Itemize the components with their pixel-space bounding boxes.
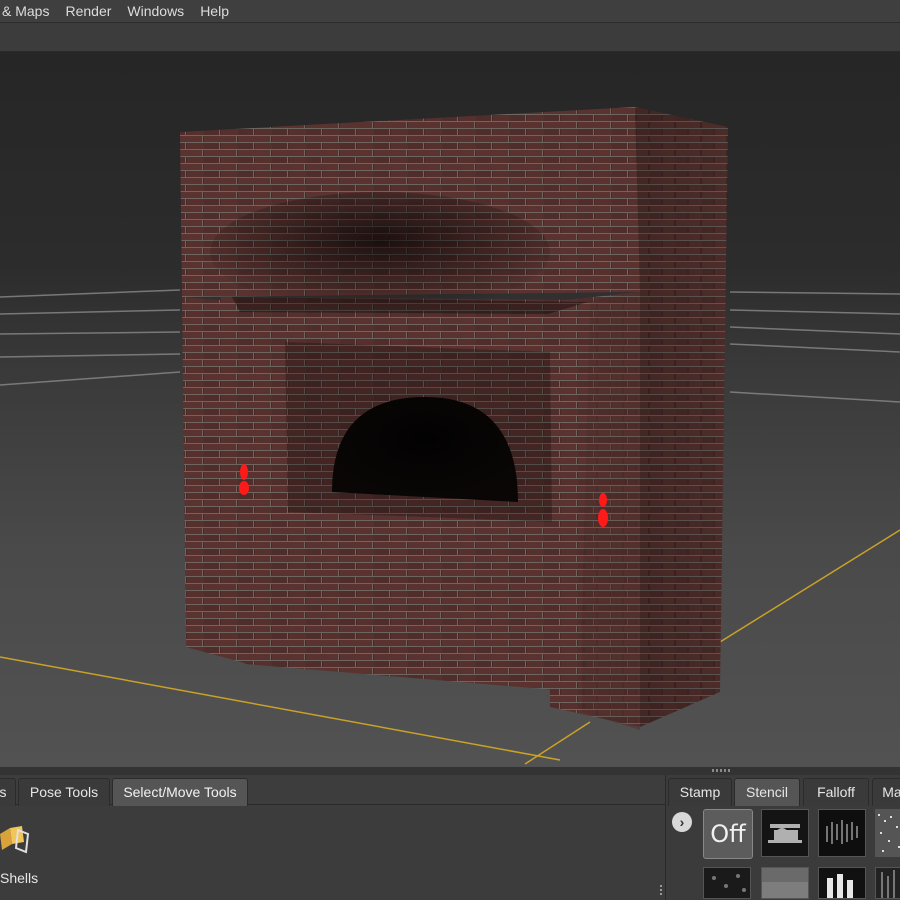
stencil-thumb-6[interactable] — [818, 867, 866, 899]
panel-resize-handle[interactable] — [660, 885, 662, 897]
tab-stencil[interactable]: Stencil — [734, 778, 800, 806]
tab-maps-partial[interactable]: Ma — [872, 778, 900, 806]
shells-label[interactable]: Shells — [0, 870, 38, 886]
3d-viewport[interactable] — [0, 52, 900, 767]
menu-item-help[interactable]: Help — [192, 0, 237, 22]
tab-falloff[interactable]: Falloff — [803, 778, 869, 806]
toolbar-strip — [0, 22, 900, 52]
splitter-grip-icon[interactable] — [712, 769, 732, 772]
menu-bar: & Maps Render Windows Help — [0, 0, 900, 22]
menu-item-maps[interactable]: & Maps — [0, 0, 57, 22]
tab-pose-tools[interactable]: Pose Tools — [18, 778, 110, 806]
menu-item-render[interactable]: Render — [57, 0, 119, 22]
bottom-panel: s Pose Tools Select/Move Tools Shells St… — [0, 775, 900, 900]
stencil-thumb-3[interactable] — [875, 809, 900, 857]
stencil-thumb-7[interactable] — [875, 867, 900, 899]
stencil-thumb-5[interactable] — [761, 867, 809, 899]
tab-stamp[interactable]: Stamp — [668, 778, 732, 806]
stencil-thumb-1[interactable] — [761, 809, 809, 857]
tools-area: Shells — [0, 806, 665, 900]
tool-tabs: s Pose Tools Select/Move Tools — [0, 775, 665, 806]
viewport-scene — [0, 107, 900, 765]
stencil-off-button[interactable]: Off — [703, 809, 753, 859]
stencil-thumb-2[interactable] — [818, 809, 866, 857]
menu-item-windows[interactable]: Windows — [119, 0, 192, 22]
panel-splitter[interactable] — [0, 767, 900, 775]
tab-select-move-tools[interactable]: Select/Move Tools — [112, 778, 248, 806]
tab-partial[interactable]: s — [0, 778, 16, 806]
shells-icon[interactable] — [0, 824, 30, 864]
stencil-panel: Stamp Stencil Falloff Ma › Off — [665, 775, 900, 900]
stencil-thumb-4[interactable] — [703, 867, 751, 899]
chevron-right-icon[interactable]: › — [672, 812, 692, 832]
